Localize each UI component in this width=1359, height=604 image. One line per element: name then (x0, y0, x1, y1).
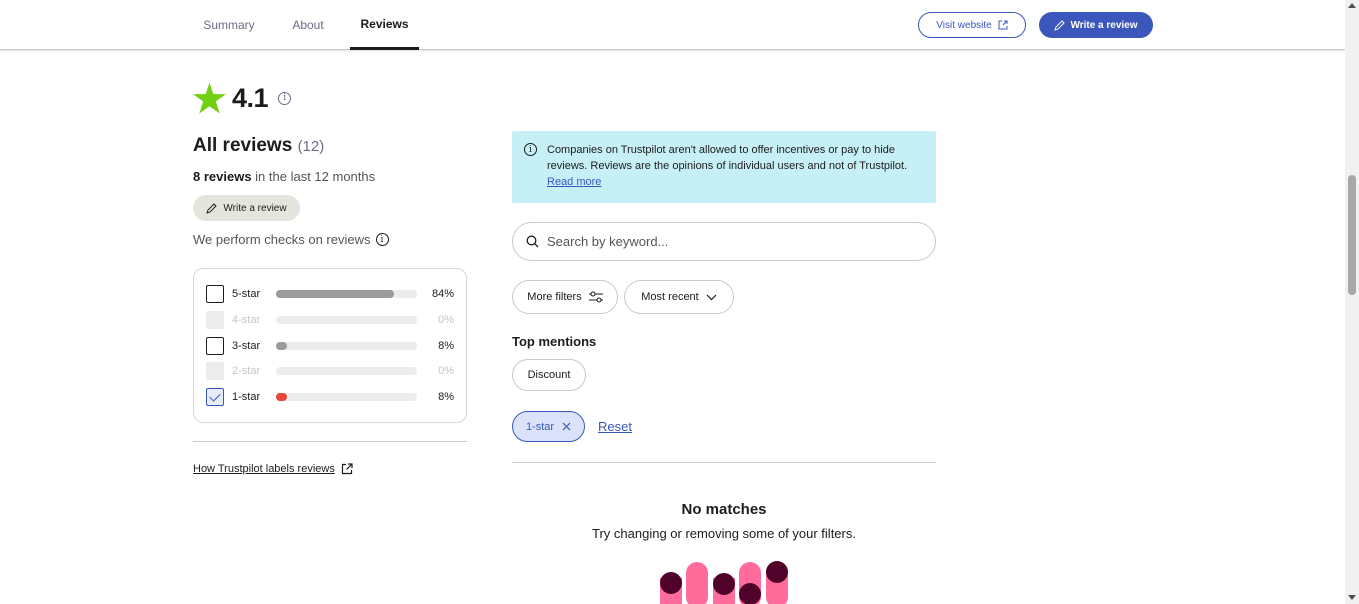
recent-reviews-suffix: in the last 12 months (251, 169, 376, 184)
visit-website-button[interactable]: Visit website (918, 12, 1026, 38)
pencil-icon (206, 202, 218, 214)
pencil-icon (1054, 19, 1066, 31)
external-link-icon (341, 463, 353, 475)
star-distribution-fill (276, 290, 395, 298)
star-filter-label: 1-star (232, 391, 261, 403)
star-filter-row-5[interactable]: 5-star 84% (206, 284, 456, 304)
tab-about[interactable]: About (286, 0, 330, 50)
recent-reviews-count: 8 reviews (193, 169, 252, 184)
star-filter-checkbox (206, 362, 224, 380)
star-distribution-bar (276, 393, 417, 401)
star-filter-row-2: 2-star 0% (206, 361, 456, 381)
info-icon: i (524, 143, 537, 156)
external-link-icon (998, 20, 1008, 30)
star-filter-percent: 0% (438, 365, 454, 377)
all-reviews-label: All reviews (193, 135, 293, 156)
empty-state-subtitle: Try changing or removing some of your fi… (592, 526, 856, 541)
star-filter-row-3[interactable]: 3-star 8% (206, 336, 456, 356)
scrollbar-thumb[interactable] (1348, 175, 1356, 295)
star-filter-checkbox[interactable] (206, 337, 224, 355)
all-reviews-heading: All reviews (12) (193, 135, 324, 157)
incentives-notice: i Companies on Trustpilot aren't allowed… (512, 131, 936, 203)
top-mentions-heading: Top mentions (512, 334, 597, 349)
star-rating-filter: 5-star 84% 4-star 0% 3-star 8% 2-star 0%… (193, 268, 467, 423)
star-filter-percent: 84% (431, 288, 454, 300)
labels-link-text: How Trustpilot labels reviews (193, 463, 335, 475)
tab-reviews[interactable]: Reviews (350, 0, 419, 50)
chevron-down-icon (706, 294, 717, 300)
star-filter-label: 5-star (232, 288, 261, 300)
search-placeholder: Search by keyword... (547, 234, 669, 249)
visit-website-label: Visit website (936, 19, 992, 31)
empty-state-title: No matches (681, 501, 767, 518)
search-icon (526, 235, 539, 248)
notice-text: Companies on Trustpilot aren't allowed t… (547, 142, 927, 190)
close-icon[interactable] (562, 422, 571, 431)
filter-sliders-icon (588, 291, 603, 303)
divider (193, 441, 467, 442)
empty-state-illustration (660, 561, 788, 604)
info-icon: i (375, 233, 389, 246)
star-filter-label: 2-star (232, 365, 261, 377)
recent-reviews-line: 8 reviews in the last 12 months (193, 169, 375, 184)
tab-reviews-label: Reviews (360, 16, 409, 31)
write-review-secondary-button[interactable]: Write a review (193, 195, 300, 221)
star-distribution-fill (276, 342, 288, 350)
mention-chip-label: Discount (527, 369, 571, 381)
rating-value: 4.1 (232, 82, 269, 113)
notice-body: Companies on Trustpilot aren't allowed t… (547, 144, 908, 172)
review-checks-label: We perform checks on reviews (193, 232, 371, 247)
star-filter-checkbox (206, 311, 224, 329)
star-distribution-fill (276, 393, 288, 401)
more-filters-button[interactable]: More filters (512, 280, 618, 314)
star-filter-label: 4-star (232, 314, 261, 326)
review-checks-link[interactable]: We perform checks on reviews i (193, 232, 389, 247)
active-filter-chip[interactable]: 1-star (512, 411, 585, 442)
more-filters-label: More filters (527, 291, 582, 303)
star-filter-percent: 8% (438, 340, 454, 352)
how-trustpilot-labels-link[interactable]: How Trustpilot labels reviews (193, 463, 353, 475)
star-distribution-bar (276, 316, 417, 324)
active-filter-label: 1-star (525, 420, 555, 433)
star-filter-row-1[interactable]: 1-star 8% (206, 387, 456, 407)
star-icon (193, 82, 226, 114)
star-distribution-bar (276, 367, 417, 375)
rating-info-icon[interactable]: i (278, 91, 292, 105)
write-review-button[interactable]: Write a review (1039, 12, 1153, 38)
sort-label: Most recent (641, 291, 699, 303)
write-review-secondary-label: Write a review (223, 202, 287, 214)
star-distribution-bar (276, 342, 417, 350)
star-filter-row-4: 4-star 0% (206, 310, 456, 330)
scroll-down-arrow-icon[interactable] (1348, 595, 1356, 600)
star-filter-checkbox[interactable] (206, 388, 224, 406)
divider (512, 462, 936, 463)
star-filter-percent: 8% (438, 391, 454, 403)
search-input[interactable]: Search by keyword... (512, 222, 936, 261)
scroll-up-arrow-icon[interactable] (1348, 3, 1356, 8)
star-filter-label: 3-star (232, 340, 261, 352)
tab-summary[interactable]: Summary (197, 0, 261, 50)
overall-rating: 4.1 i (193, 82, 292, 114)
reset-filters-link[interactable]: Reset (598, 419, 632, 434)
top-nav-bar: Summary About Reviews Visit website Writ… (0, 0, 1345, 50)
star-distribution-bar (276, 290, 417, 298)
sort-dropdown[interactable]: Most recent (624, 280, 734, 314)
write-review-label: Write a review (1070, 19, 1138, 31)
read-more-link[interactable]: Read more (547, 176, 601, 188)
page-scrollbar[interactable] (1345, 0, 1359, 604)
star-filter-checkbox[interactable] (206, 285, 224, 303)
mention-chip-discount[interactable]: Discount (512, 359, 586, 391)
star-filter-percent: 0% (438, 314, 454, 326)
all-reviews-count: (12) (297, 138, 325, 155)
